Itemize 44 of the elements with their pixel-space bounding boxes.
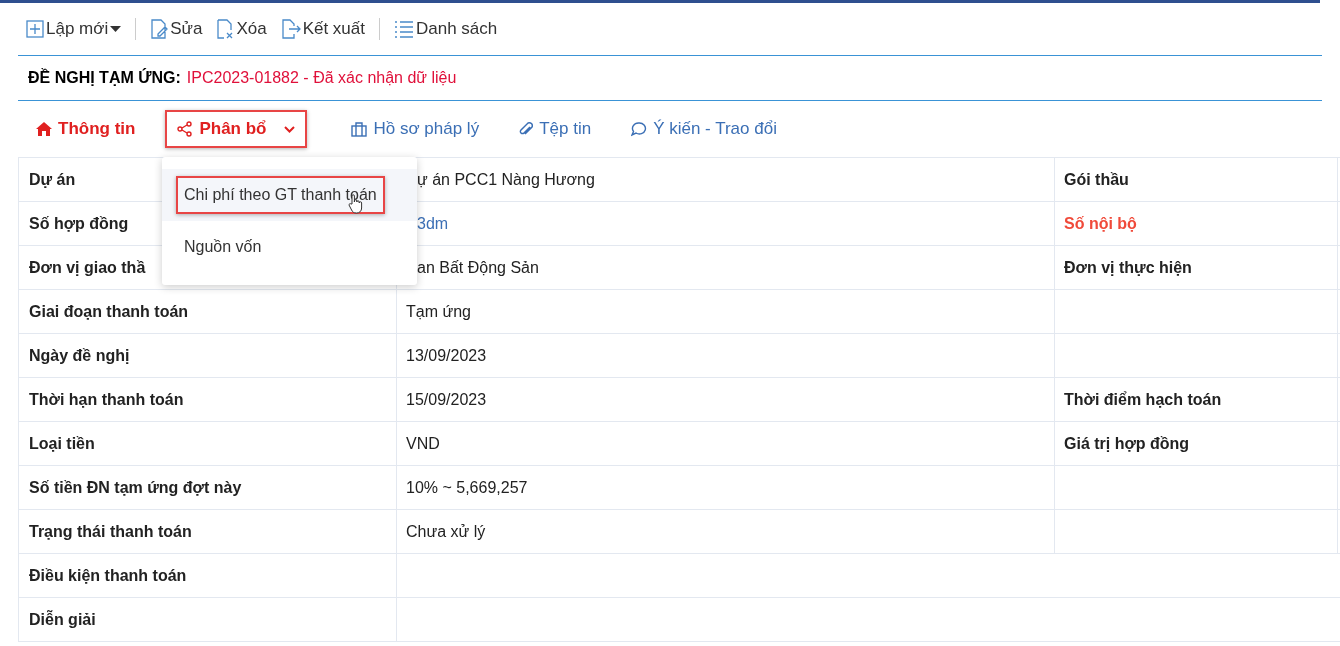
menu-item[interactable]: Chi phí theo GT thanh toán bbox=[176, 176, 385, 214]
edit-icon bbox=[150, 19, 169, 39]
toolbar-button[interactable]: Danh sách bbox=[394, 16, 498, 42]
field-label: Giá trị hợp đồng bbox=[1055, 422, 1338, 465]
speech-bubble-icon bbox=[631, 121, 648, 137]
field-value: Tạm ứng bbox=[397, 290, 1055, 333]
field-label: Số tiền ĐN tạm ứng đợt này bbox=[19, 466, 397, 509]
toolbar-button[interactable]: Xóa bbox=[216, 16, 267, 42]
document-status: IPC2023-01882 - Đã xác nhận dữ liệu bbox=[186, 68, 457, 88]
delete-file-icon bbox=[216, 19, 235, 39]
caret-icon bbox=[110, 26, 122, 32]
share-icon bbox=[177, 121, 194, 137]
export-icon bbox=[280, 19, 301, 39]
list-icon bbox=[394, 20, 414, 38]
tab[interactable]: Thông tin bbox=[26, 110, 146, 148]
field-value: Chưa xử lý bbox=[397, 510, 1055, 553]
paperclip-icon bbox=[519, 121, 534, 137]
field-value: VND bbox=[397, 422, 1055, 465]
field-label: Trạng thái thanh toán bbox=[19, 510, 397, 553]
field-label: Đơn vị thực hiện bbox=[1055, 246, 1338, 289]
toolbar-button[interactable]: Sửa bbox=[150, 16, 203, 42]
home-icon bbox=[36, 122, 52, 136]
field-label: Giai đoạn thanh toán bbox=[19, 290, 397, 333]
field-label: Điều kiện thanh toán bbox=[19, 554, 397, 597]
briefcase-icon bbox=[351, 121, 368, 137]
tab[interactable]: Hồ sơ pháp lý bbox=[341, 110, 490, 148]
field-value: 10% ~ 5,669,257 bbox=[397, 466, 1055, 509]
chevron-down-icon bbox=[284, 125, 296, 133]
toolbar-button[interactable]: Kết xuất bbox=[280, 16, 365, 42]
field-label: Số nội bộ bbox=[1055, 202, 1338, 245]
field-label: Diễn giải bbox=[19, 598, 397, 641]
field-value: 15/09/2023 bbox=[397, 378, 1055, 421]
field-label: Thời điểm hạch toán bbox=[1055, 378, 1338, 421]
field-value: 13/09/2023 bbox=[397, 334, 1055, 377]
tab[interactable]: Ý kiến - Trao đổi bbox=[621, 110, 787, 148]
toolbar-button[interactable]: Lập mới bbox=[26, 16, 122, 42]
tab[interactable]: Tệp tin bbox=[509, 110, 602, 148]
tab[interactable]: Phân bổ bbox=[165, 110, 308, 148]
plus-icon bbox=[26, 20, 44, 38]
page-title: ĐỀ NGHỊ TẠM ỨNG: bbox=[28, 67, 181, 88]
field-label: Gói thầu bbox=[1055, 158, 1338, 201]
field-label: Loại tiền bbox=[19, 422, 397, 465]
field-label: Thời hạn thanh toán bbox=[19, 378, 397, 421]
field-label: Ngày đề nghị bbox=[19, 334, 397, 377]
